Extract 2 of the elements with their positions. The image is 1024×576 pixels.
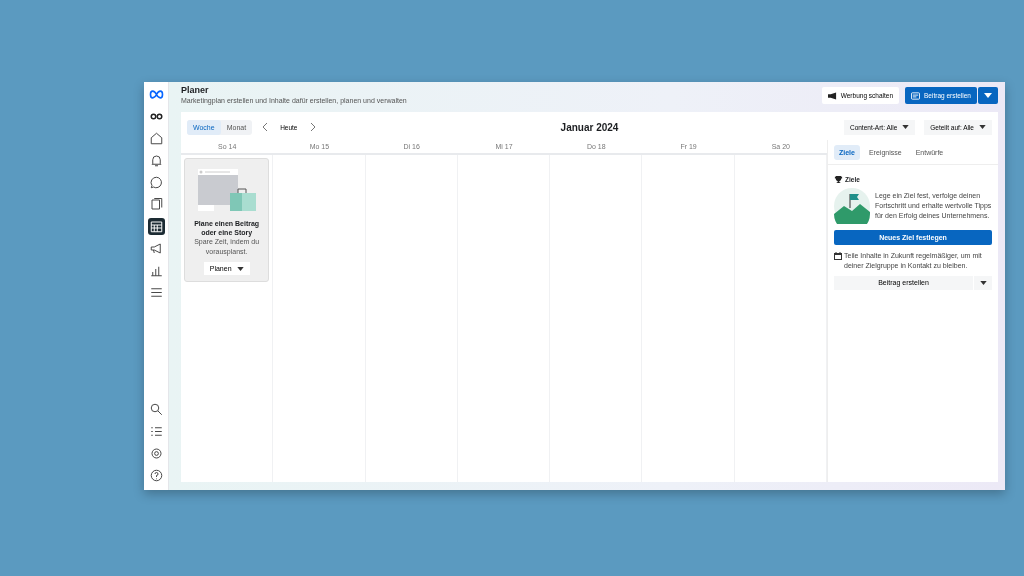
month-title: Januar 2024 <box>560 122 619 133</box>
page-title: Planer <box>181 85 210 95</box>
